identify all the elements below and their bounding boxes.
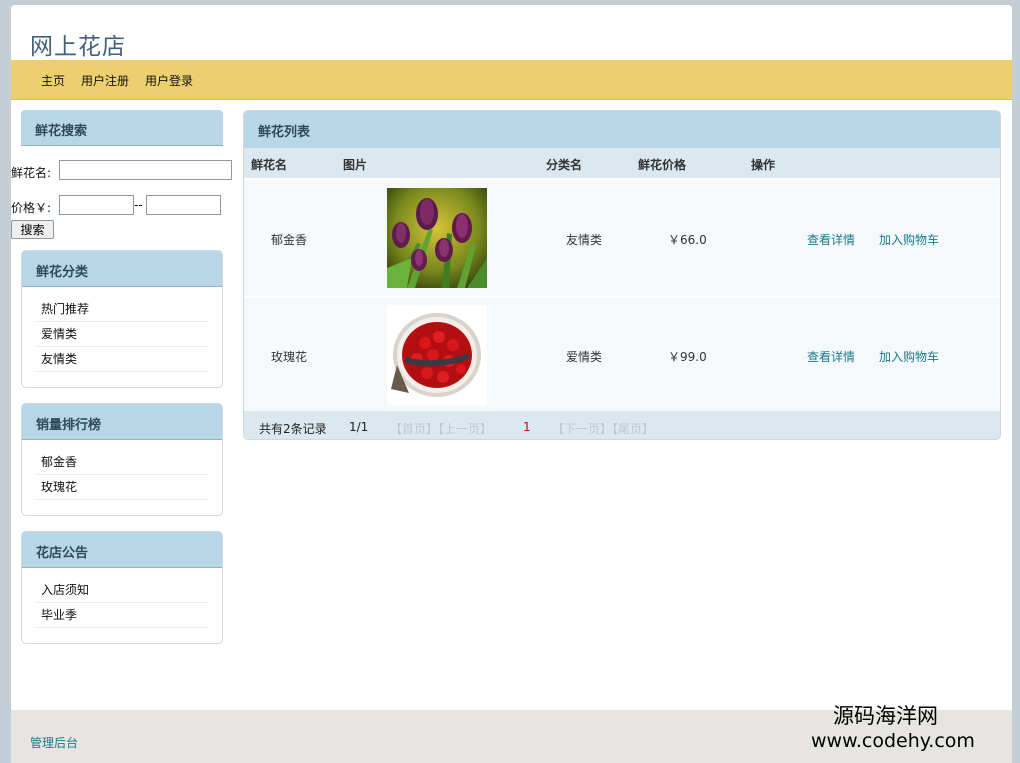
nav-register-link[interactable]: 用户注册	[81, 72, 129, 89]
view-detail-link[interactable]: 查看详情	[807, 348, 855, 365]
first-prev-page-links[interactable]: 【首页】【上一页】	[390, 420, 492, 437]
ranking-item-tulip[interactable]: 郁金香	[36, 450, 208, 475]
tulip-image[interactable]	[387, 188, 487, 288]
category-panel: 鲜花分类 热门推荐 爱情类 友情类	[21, 250, 223, 388]
price-max-input[interactable]	[146, 195, 221, 215]
flower-price: ￥66.0	[668, 233, 707, 247]
col-action-header: 操作	[751, 158, 776, 172]
table-header: 鲜花名 图片 分类名 鲜花价格 操作	[244, 148, 1000, 178]
watermark-title: 源码海洋网	[833, 704, 938, 728]
flower-price: ￥99.0	[668, 350, 707, 364]
notice-panel-title: 花店公告	[22, 532, 222, 568]
category-item-love[interactable]: 爱情类	[36, 322, 208, 347]
nav-bar: 主页 用户注册 用户登录	[11, 60, 1012, 100]
notice-item-graduation[interactable]: 毕业季	[36, 603, 208, 628]
ranking-panel: 销量排行榜 郁金香 玫瑰花	[21, 403, 223, 516]
nav-login-link[interactable]: 用户登录	[145, 72, 193, 89]
rose-image[interactable]	[387, 305, 487, 405]
ranking-panel-title: 销量排行榜	[22, 404, 222, 440]
page: 网上花店 主页 用户注册 用户登录 鲜花搜索 鲜花名: 价格￥: -- 搜索 鲜…	[11, 5, 1012, 763]
flower-category: 友情类	[566, 233, 603, 247]
search-button[interactable]: 搜索	[11, 220, 54, 239]
table-row: 玫瑰花 爱情类 ￥99.0 查看详情 加入购物车	[244, 297, 1000, 413]
notice-list: 入店须知 毕业季	[22, 568, 222, 640]
watermark-url: www.codehy.com	[811, 730, 975, 752]
search-panel: 鲜花搜索	[21, 110, 223, 147]
add-to-cart-link[interactable]: 加入购物车	[879, 231, 939, 248]
ranking-item-rose[interactable]: 玫瑰花	[36, 475, 208, 500]
ranking-list: 郁金香 玫瑰花	[22, 440, 222, 512]
page-indicator: 1/1	[349, 420, 369, 434]
notice-item-rules[interactable]: 入店须知	[36, 578, 208, 603]
record-count: 共有2条记录	[259, 422, 327, 436]
search-form: 鲜花名: 价格￥: -- 搜索	[11, 155, 241, 245]
col-category-header: 分类名	[546, 158, 583, 172]
price-min-input[interactable]	[59, 195, 134, 215]
add-to-cart-link[interactable]: 加入购物车	[879, 348, 939, 365]
flower-name-label: 鲜花名:	[11, 166, 52, 180]
category-list: 热门推荐 爱情类 友情类	[22, 287, 222, 384]
table-row: 郁金香 友情类 ￥66.0 查看详情 加入购物车	[244, 180, 1000, 296]
nav-home-link[interactable]: 主页	[41, 72, 65, 89]
search-panel-title: 鲜花搜索	[21, 110, 223, 146]
flower-name: 玫瑰花	[271, 350, 308, 364]
notice-panel: 花店公告 入店须知 毕业季	[21, 531, 223, 644]
flower-list-title: 鲜花列表	[244, 111, 1000, 148]
price-label: 价格￥:	[11, 201, 52, 215]
flower-list-panel: 鲜花列表 鲜花名 图片 分类名 鲜花价格 操作 郁金香 友情类 ￥66.0 查看…	[243, 110, 1001, 440]
view-detail-link[interactable]: 查看详情	[807, 231, 855, 248]
category-item-hot[interactable]: 热门推荐	[36, 297, 208, 322]
site-title: 网上花店	[30, 34, 126, 60]
category-panel-title: 鲜花分类	[22, 251, 222, 287]
col-price-header: 鲜花价格	[638, 158, 687, 172]
col-image-header: 图片	[343, 158, 368, 172]
next-last-page-links[interactable]: 【下一页】【尾页】	[552, 420, 654, 437]
col-name-header: 鲜花名	[251, 158, 288, 172]
flower-name: 郁金香	[271, 233, 308, 247]
current-page-number[interactable]: 1	[523, 420, 531, 434]
watermark: 源码海洋网 www.codehy.com	[805, 703, 1020, 753]
flower-name-input[interactable]	[59, 160, 232, 180]
category-item-friendship[interactable]: 友情类	[36, 347, 208, 372]
price-separator: --	[134, 198, 143, 212]
flower-category: 爱情类	[566, 350, 603, 364]
pagination-bar: 共有2条记录 1/1 【首页】【上一页】 1 【下一页】【尾页】	[244, 411, 1000, 439]
admin-link[interactable]: 管理后台	[30, 734, 78, 751]
